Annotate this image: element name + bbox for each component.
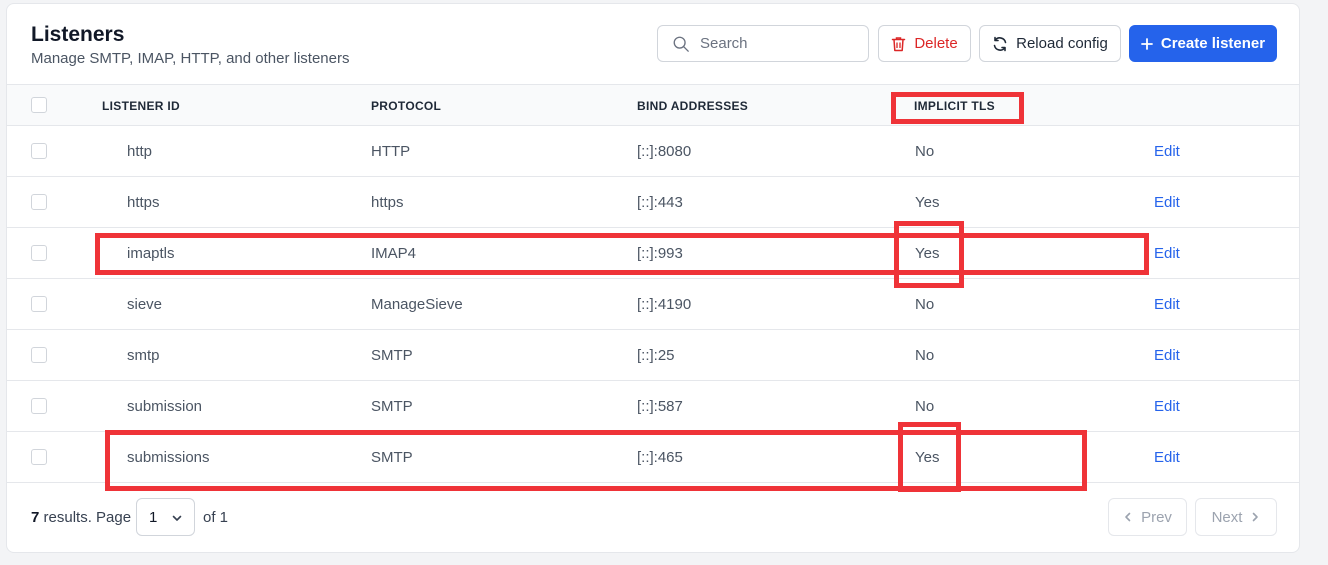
listener-id-cell: submission	[127, 398, 203, 415]
reload-config-label: Reload config	[1016, 35, 1108, 52]
edit-link[interactable]: Edit	[1154, 296, 1180, 313]
results-suffix: results. Page	[39, 509, 132, 526]
column-header-listener-id[interactable]: LISTENER ID	[102, 99, 180, 113]
table-row: https https [::]:443 Yes Edit	[7, 177, 1299, 228]
select-all-checkbox[interactable]	[31, 97, 47, 113]
create-listener-label: Create listener	[1160, 35, 1266, 52]
trash-icon	[892, 36, 906, 51]
implicit-tls-cell: No	[915, 398, 935, 415]
bind-address-cell: [::]:993	[637, 245, 683, 262]
implicit-tls-cell: Yes	[915, 245, 940, 262]
protocol-cell: SMTP	[371, 347, 413, 364]
protocol-cell: IMAP4	[371, 245, 417, 262]
listener-id-cell: https	[127, 194, 160, 211]
pagination-footer: 7 results. Page 1 of 1 Prev Next	[7, 483, 1299, 552]
table-header: LISTENER ID PROTOCOL BIND ADDRESSES IMPL…	[7, 84, 1299, 126]
protocol-cell: https	[371, 194, 404, 211]
listener-id-cell: submissions	[127, 449, 210, 466]
bind-address-cell: [::]:4190	[637, 296, 692, 313]
implicit-tls-cell: No	[915, 347, 935, 364]
page-header: Listeners Manage SMTP, IMAP, HTTP, and o…	[7, 4, 1299, 84]
edit-link[interactable]: Edit	[1154, 449, 1180, 466]
prev-label: Prev	[1141, 508, 1172, 526]
row-checkbox[interactable]	[31, 449, 47, 465]
listener-id-cell: http	[127, 143, 153, 160]
plus-icon	[1140, 37, 1153, 50]
bind-address-cell: [::]:8080	[637, 143, 692, 160]
search-icon	[673, 36, 689, 52]
edit-link[interactable]: Edit	[1154, 398, 1180, 415]
row-checkbox[interactable]	[31, 143, 47, 159]
implicit-tls-cell: No	[915, 296, 935, 313]
listener-id-cell: imaptls	[127, 245, 175, 262]
implicit-tls-cell: No	[915, 143, 935, 160]
results-summary: 7 results. Page	[31, 509, 131, 526]
page-title: Listeners	[31, 23, 125, 46]
protocol-cell: ManageSieve	[371, 296, 463, 313]
table-row: http HTTP [::]:8080 No Edit	[7, 126, 1299, 177]
edit-link[interactable]: Edit	[1154, 245, 1180, 262]
listener-id-cell: smtp	[127, 347, 160, 364]
edit-link[interactable]: Edit	[1154, 194, 1180, 211]
protocol-cell: SMTP	[371, 398, 413, 415]
column-header-bind-addresses[interactable]: BIND ADDRESSES	[637, 99, 748, 113]
refresh-icon	[993, 36, 1007, 51]
reload-config-button[interactable]: Reload config	[979, 25, 1121, 62]
next-page-button[interactable]: Next	[1195, 498, 1277, 536]
row-checkbox[interactable]	[31, 194, 47, 210]
delete-button[interactable]: Delete	[878, 25, 971, 62]
table-row: submission SMTP [::]:587 No Edit	[7, 381, 1299, 432]
column-header-protocol[interactable]: PROTOCOL	[371, 99, 441, 113]
table-row: imaptls IMAP4 [::]:993 Yes Edit	[7, 228, 1299, 279]
chevron-right-icon	[1253, 512, 1259, 522]
next-label: Next	[1211, 508, 1243, 526]
chevron-left-icon	[1125, 512, 1131, 522]
prev-page-button[interactable]: Prev	[1108, 498, 1187, 536]
protocol-cell: HTTP	[371, 143, 411, 160]
implicit-tls-cell: Yes	[915, 449, 940, 466]
chevron-down-icon	[172, 515, 182, 521]
protocol-cell: SMTP	[371, 449, 413, 466]
listener-id-cell: sieve	[127, 296, 163, 313]
bind-address-cell: [::]:25	[637, 347, 675, 364]
table-row: sieve ManageSieve [::]:4190 No Edit	[7, 279, 1299, 330]
page-subtitle: Manage SMTP, IMAP, HTTP, and other liste…	[31, 50, 350, 67]
page-select-value: 1	[149, 508, 158, 526]
page-total: of 1	[203, 509, 229, 526]
delete-label: Delete	[914, 35, 958, 52]
listeners-card: Listeners Manage SMTP, IMAP, HTTP, and o…	[6, 3, 1300, 553]
table-row: submissions SMTP [::]:465 Yes Edit	[7, 432, 1299, 483]
create-listener-button[interactable]: Create listener	[1129, 25, 1277, 62]
bind-address-cell: [::]:587	[637, 398, 683, 415]
page-select[interactable]: 1	[136, 498, 195, 536]
edit-link[interactable]: Edit	[1154, 347, 1180, 364]
search-box[interactable]	[657, 25, 869, 62]
row-checkbox[interactable]	[31, 245, 47, 261]
row-checkbox[interactable]	[31, 398, 47, 414]
row-checkbox[interactable]	[31, 296, 47, 312]
bind-address-cell: [::]:443	[637, 194, 683, 211]
column-header-implicit-tls[interactable]: IMPLICIT TLS	[914, 99, 995, 113]
bind-address-cell: [::]:465	[637, 449, 683, 466]
search-input[interactable]	[700, 35, 860, 52]
row-checkbox[interactable]	[31, 347, 47, 363]
edit-link[interactable]: Edit	[1154, 143, 1180, 160]
table-row: smtp SMTP [::]:25 No Edit	[7, 330, 1299, 381]
implicit-tls-cell: Yes	[915, 194, 940, 211]
